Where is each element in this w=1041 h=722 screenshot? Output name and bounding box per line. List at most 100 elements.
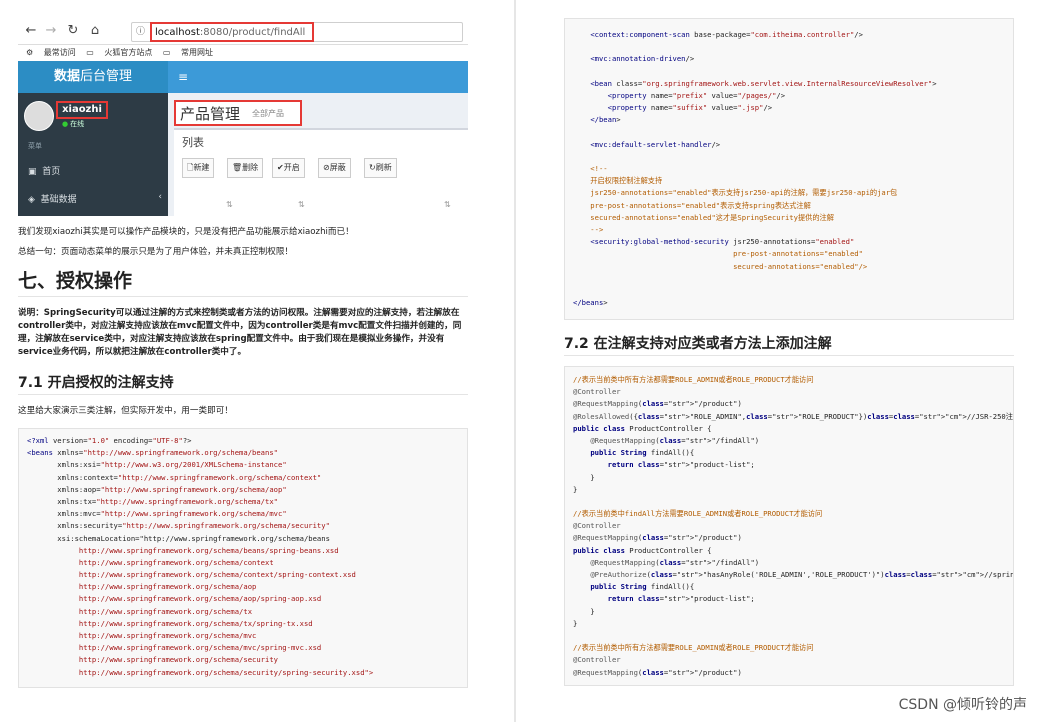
code-line: pre-post-annotations="enabled" — [573, 249, 863, 259]
browser-toolbar: ← → ↻ ⌂ ⓘ localhost:8080/product/findAll — [18, 18, 468, 45]
back-icon[interactable]: ← — [22, 22, 40, 40]
avatar — [24, 101, 54, 131]
url-highlight: localhost:8080/product/findAll — [150, 22, 314, 42]
page-title-highlight: 产品管理 全部产品 — [174, 100, 302, 126]
paragraph: 我们发现xiaozhi其实是可以操作产品模块的，只是没有把产品功能展示给xiao… — [18, 227, 354, 237]
enable-button[interactable]: ✔开启 — [272, 158, 305, 178]
code-line: </beans> — [573, 298, 608, 308]
refresh-icon: ↻ — [369, 163, 376, 172]
code-line: 开启权限控制注解支持 — [573, 176, 663, 186]
code-line: public String findAll(){ — [590, 448, 695, 458]
code-line: http://www.springframework.org/schema/se… — [27, 655, 278, 665]
code-line: <mvc:annotation-driven/> — [590, 54, 695, 64]
divider — [18, 394, 468, 395]
paragraph: 总结一句：页面动态菜单的展示只是为了用户体验，并未真正控制权限！ — [18, 247, 294, 257]
sidebar-item-home[interactable]: ▣ 首页 — [28, 164, 60, 177]
code-line: <mvc:default-servlet-handler/> — [590, 139, 721, 149]
admin-content: 产品管理 全部产品 列表 🗋新建 🗑删除 ✔开启 ⊘屏蔽 ↻刷新 ⇅ ⇅ ⇅ — [168, 93, 468, 216]
code-line: @RequestMapping(class="str">"/product") — [573, 399, 742, 409]
new-button[interactable]: 🗋新建 — [182, 158, 215, 178]
bookmarks-bar: ⚙ 最常访问 ▭ 火狐官方站点 ▭ 常用网址 — [18, 45, 468, 61]
info-icon: ⓘ — [136, 27, 146, 37]
section-heading: 七、授权操作 — [18, 270, 133, 292]
code-line: @RequestMapping(class="str">"/findAll") — [590, 557, 760, 567]
code-line: xmlns:mvc="http://www.springframework.or… — [27, 509, 287, 519]
browser-screenshot: ← → ↻ ⌂ ⓘ localhost:8080/product/findAll… — [18, 18, 468, 216]
code-line: http://www.springframework.org/schema/se… — [27, 667, 374, 677]
page-title: 产品管理 — [180, 105, 241, 123]
code-line: <context:component-scan base-package="co… — [590, 30, 863, 39]
code-line: @RequestMapping(class="str">"/findAll") — [590, 435, 760, 445]
code-line: @RequestMapping(class="str">"/product") — [573, 533, 742, 543]
forward-icon[interactable]: → — [42, 22, 60, 40]
code-line: http://www.springframework.org/schema/mv… — [27, 631, 257, 640]
code-line: <beans xmlns="http://www.springframework… — [27, 448, 278, 458]
bookmark-common[interactable]: ▭ 常用网址 — [163, 48, 213, 57]
code-line: pre-post-annotations="enabled"表示支持spring… — [573, 200, 811, 210]
code-line: @Controller — [573, 387, 621, 397]
code-line: secured-annotations="enabled"/> — [573, 261, 868, 271]
code-line: <?xml version="1.0" encoding="UTF-8"?> — [27, 436, 192, 445]
bookmark-firefox[interactable]: ▭ 火狐官方站点 — [86, 48, 152, 57]
check-icon: ✔ — [277, 163, 284, 172]
code-line: xmlns:tx="http://www.springframework.org… — [27, 496, 278, 506]
sort-icon[interactable]: ⇅ — [298, 200, 305, 209]
sidebar-item-basic-data[interactable]: ◈ 基础数据 ‹ — [28, 192, 162, 205]
left-page: ← → ↻ ⌂ ⓘ localhost:8080/product/findAll… — [0, 0, 478, 722]
code-line: secured-annotations="enabled"这才是SpringSe… — [573, 212, 834, 222]
code-line: @PreAuthorize(class="str">"hasAnyRole('R… — [590, 570, 1014, 579]
code-line: } — [573, 472, 595, 482]
code-line: <property name="suffix" value=".jsp"/> — [607, 103, 773, 113]
chevron-left-icon: ‹ — [158, 192, 162, 202]
code-line: http://www.springframework.org/schema/ao… — [27, 582, 257, 592]
refresh-button[interactable]: ↻刷新 — [364, 158, 397, 178]
code-line: public String findAll(){ — [590, 582, 695, 592]
xml-code-block: <context:component-scan base-package="co… — [564, 18, 1014, 320]
code-line: <property name="prefix" value="/pages/"/… — [607, 90, 786, 100]
admin-brand[interactable]: 数据后台管理 — [18, 61, 168, 93]
list-title: 列表 — [182, 136, 204, 149]
code-line: //表示当前类中findAll方法需要ROLE_ADMIN或者ROLE_PROD… — [573, 509, 823, 519]
code-line: <!-- — [573, 164, 608, 174]
right-page: <context:component-scan base-package="co… — [528, 0, 1041, 722]
code-line: @Controller — [573, 655, 621, 665]
code-line: http://www.springframework.org/schema/mv… — [27, 643, 322, 653]
code-line: public class ProductController { — [573, 423, 712, 433]
code-line: } — [573, 618, 578, 628]
watermark: CSDN @倾听铃的声 — [898, 697, 1027, 713]
code-line: </bean> — [590, 115, 621, 125]
home-icon[interactable]: ⌂ — [86, 22, 104, 40]
admin-header: ≡ — [168, 61, 468, 93]
list-panel: 列表 🗋新建 🗑删除 ✔开启 ⊘屏蔽 ↻刷新 ⇅ ⇅ ⇅ — [174, 128, 468, 216]
reload-icon[interactable]: ↻ — [64, 22, 82, 40]
subsection-heading: 7.2 在注解支持对应类或者方法上添加注解 — [564, 336, 832, 352]
sort-icon[interactable]: ⇅ — [226, 200, 233, 209]
divider — [564, 355, 1014, 356]
address-bar[interactable]: ⓘ localhost:8080/product/findAll — [131, 22, 463, 42]
code-line: xmlns:security="http://www.springframewo… — [27, 521, 330, 531]
delete-button[interactable]: 🗑删除 — [227, 158, 264, 178]
bookmark-frequent[interactable]: ⚙ 最常访问 — [26, 48, 76, 57]
code-line: } — [573, 484, 578, 494]
username: xiaozhi — [56, 101, 108, 119]
code-line: http://www.springframework.org/schema/tx… — [27, 618, 313, 628]
code-line: xmlns:context="http://www.springframewor… — [27, 472, 322, 482]
page-divider — [514, 0, 516, 722]
code-line: <security:global-method-security jsr250-… — [590, 237, 855, 247]
code-line: xmlns:xsi="http://www.w3.org/2001/XMLSch… — [27, 460, 287, 470]
url-path: :8080/product/findAll — [199, 27, 306, 38]
sort-icon[interactable]: ⇅ — [444, 200, 451, 209]
divider — [18, 296, 468, 297]
code-line: @RequestMapping(class="str">"/product") — [573, 667, 742, 677]
code-line: //表示当前类中所有方法都需要ROLE_ADMIN或者ROLE_PRODUCT才… — [573, 643, 814, 653]
menu-toggle-icon[interactable]: ≡ — [178, 70, 188, 84]
block-button[interactable]: ⊘屏蔽 — [318, 158, 351, 178]
